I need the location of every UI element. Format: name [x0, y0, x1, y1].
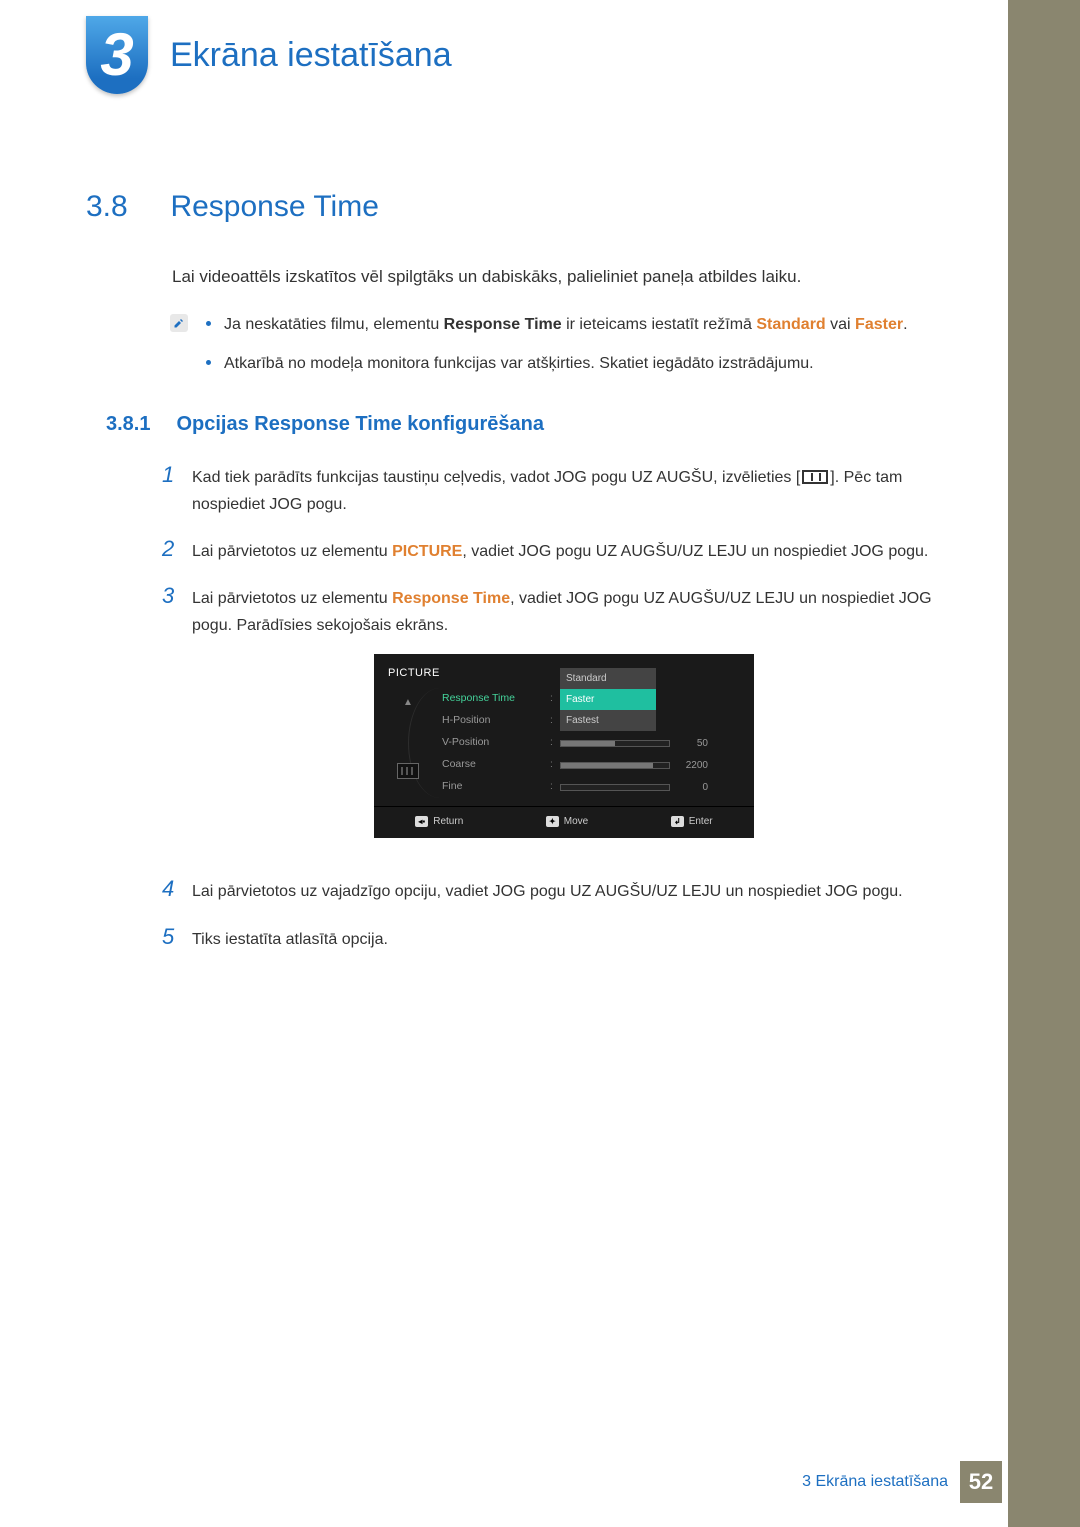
osd-row-vposition: V-Position : 50	[438, 732, 744, 754]
menu-icon	[802, 470, 828, 484]
osd-value: 50	[680, 735, 708, 752]
osd-move: ✦ Move	[546, 813, 588, 830]
note-item-2: Atkarībā no modeļa monitora funkcijas va…	[224, 351, 936, 377]
step-highlight: PICTURE	[392, 543, 462, 560]
note-text: .	[903, 316, 907, 333]
osd-footer: ◂▪ Return ✦ Move ↲ Enter	[374, 806, 754, 832]
chapter-number: 3	[100, 25, 133, 85]
osd-body: ▲ Response Time : Standard Faster	[374, 686, 754, 806]
return-icon: ◂▪	[415, 816, 428, 827]
steps-list: 1 Kad tiek parādīts funkcijas taustiņu c…	[162, 462, 936, 953]
section-number: 3.8	[86, 190, 166, 224]
page-content: 3.8 Response Time Lai videoattēls izskat…	[86, 190, 936, 971]
osd-option-faster: Faster	[560, 689, 656, 710]
osd-left-nav: ▲	[384, 688, 432, 798]
note-block: Ja neskatāties filmu, elementu Response …	[172, 312, 936, 377]
osd-row-response-time: Response Time : Standard Faster Fastest	[438, 688, 744, 710]
step-highlight: Response Time	[392, 590, 510, 607]
osd-rows: Response Time : Standard Faster Fastest	[432, 688, 744, 798]
osd-value: 2200	[680, 757, 708, 774]
osd-foot-label: Return	[433, 813, 463, 830]
step-number: 5	[162, 924, 192, 953]
note-item-1: Ja neskatāties filmu, elementu Response …	[224, 312, 936, 338]
osd-colon: :	[550, 734, 560, 752]
note-highlight: Standard	[756, 316, 825, 333]
step-4: 4 Lai pārvietotos uz vajadzīgo opciju, v…	[162, 876, 936, 905]
step-text-part: , vadiet JOG pogu UZ AUGŠU/UZ LEJU un no…	[462, 543, 928, 560]
subsection-heading: 3.8.1 Opcijas Response Time konfigurēšan…	[86, 413, 936, 436]
osd-screenshot: PICTURE ▲ Response Time :	[374, 654, 754, 839]
step-2: 2 Lai pārvietotos uz elementu PICTURE, v…	[162, 536, 936, 565]
osd-colon: :	[550, 712, 560, 730]
step-text: Lai pārvietotos uz elementu Response Tim…	[192, 583, 936, 858]
osd-row-coarse: Coarse : 2200	[438, 754, 744, 776]
note-icon	[170, 314, 188, 332]
note-highlight: Faster	[855, 316, 903, 333]
chapter-title: Ekrāna iestatīšana	[170, 36, 452, 75]
step-text-part: Lai pārvietotos uz elementu	[192, 590, 392, 607]
move-icon: ✦	[546, 816, 559, 827]
step-text: Tiks iestatīta atlasītā opcija.	[192, 924, 388, 953]
osd-option-fastest: Fastest	[560, 710, 656, 731]
step-number: 4	[162, 876, 192, 905]
step-number: 2	[162, 536, 192, 565]
step-text-part: Lai pārvietotos uz elementu	[192, 543, 392, 560]
osd-dropdown: Standard Faster Fastest	[560, 668, 744, 731]
footer-chapter-label: 3 Ekrāna iestatīšana	[802, 1473, 948, 1491]
osd-colon: :	[550, 690, 560, 708]
step-5: 5 Tiks iestatīta atlasītā opcija.	[162, 924, 936, 953]
subsection-number: 3.8.1	[86, 413, 172, 436]
enter-icon: ↲	[671, 816, 684, 827]
step-3: 3 Lai pārvietotos uz elementu Response T…	[162, 583, 936, 858]
step-number: 3	[162, 583, 192, 858]
subsection-title: Opcijas Response Time konfigurēšana	[176, 413, 544, 436]
step-text: Kad tiek parādīts funkcijas taustiņu ceļ…	[192, 462, 936, 518]
right-decorative-bar	[1008, 0, 1080, 1527]
footer-page-number: 52	[960, 1461, 1002, 1503]
step-1: 1 Kad tiek parādīts funkcijas taustiņu c…	[162, 462, 936, 518]
osd-option-standard: Standard	[560, 668, 656, 689]
monitor-icon	[397, 763, 419, 779]
section-title: Response Time	[170, 190, 378, 224]
osd-value: 0	[680, 779, 708, 796]
osd-colon: :	[550, 778, 560, 796]
osd-foot-label: Move	[564, 813, 588, 830]
osd-row-fine: Fine : 0	[438, 776, 744, 798]
note-text: vai	[826, 316, 855, 333]
osd-return: ◂▪ Return	[415, 813, 463, 830]
note-bold: Response Time	[444, 316, 562, 333]
step-text-part: Kad tiek parādīts funkcijas taustiņu ceļ…	[192, 469, 800, 486]
step-number: 1	[162, 462, 192, 518]
note-text: ir ieteicams iestatīt režīmā	[562, 316, 757, 333]
osd-colon: :	[550, 756, 560, 774]
chapter-badge: 3	[86, 16, 148, 94]
intro-paragraph: Lai videoattēls izskatītos vēl spilgtāks…	[172, 264, 936, 290]
step-text: Lai pārvietotos uz elementu PICTURE, vad…	[192, 536, 928, 565]
step-text: Lai pārvietotos uz vajadzīgo opciju, vad…	[192, 876, 903, 905]
up-arrow-icon: ▲	[403, 694, 413, 711]
page-footer: 3 Ekrāna iestatīšana 52	[802, 1461, 1002, 1503]
note-text: Ja neskatāties filmu, elementu	[224, 316, 444, 333]
osd-enter: ↲ Enter	[671, 813, 713, 830]
section-heading: 3.8 Response Time	[86, 190, 936, 224]
osd-foot-label: Enter	[689, 813, 713, 830]
